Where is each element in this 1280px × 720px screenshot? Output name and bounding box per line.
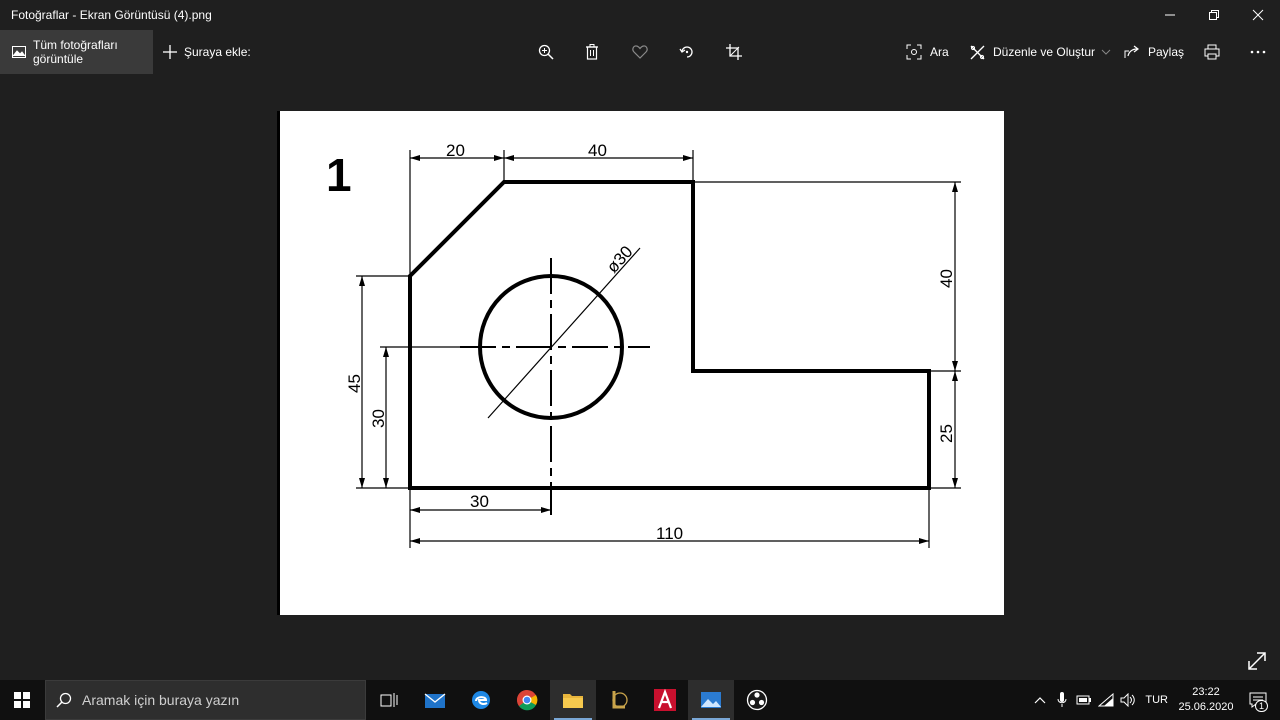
dim-bottom-long-label: 110 [656, 524, 683, 543]
obs-icon [746, 689, 768, 711]
search-icon [56, 692, 72, 708]
restore-icon [1209, 10, 1219, 20]
search-tool-button[interactable]: Ara [906, 30, 949, 74]
more-icon [1250, 50, 1266, 54]
taskbar: Aramak için buraya yazın TUR 23:22 25.06… [0, 680, 1280, 720]
left-dimension-lines [356, 275, 480, 489]
edge-app[interactable] [458, 680, 504, 720]
file-explorer-app[interactable] [550, 680, 596, 720]
image-canvas[interactable]: 1 ø30 20 40 40 25 45 30 30 110 [277, 111, 1004, 615]
more-options-button[interactable] [1250, 30, 1266, 74]
part-outline [408, 180, 931, 490]
title-bar: Fotoğraflar - Ekran Görüntüsü (4).png [0, 0, 1280, 30]
wifi-button[interactable] [1095, 680, 1117, 720]
zoom-in-icon [538, 44, 554, 60]
right-dimension-lines [693, 181, 961, 489]
autocad-app[interactable] [642, 680, 688, 720]
minimize-icon [1165, 14, 1175, 16]
close-icon [1252, 9, 1264, 21]
task-view-button[interactable] [366, 680, 412, 720]
dim-right-lower-label: 25 [937, 424, 956, 443]
system-tray: TUR 23:22 25.06.2020 1 [1029, 680, 1280, 720]
restore-button[interactable] [1192, 0, 1236, 30]
obs-app[interactable] [734, 680, 780, 720]
dim-left-outer-label: 45 [345, 374, 364, 393]
rotate-button[interactable] [669, 30, 705, 74]
task-view-icon [380, 693, 398, 707]
heart-icon [632, 45, 648, 59]
crop-icon [726, 44, 742, 60]
microphone-button[interactable] [1051, 680, 1073, 720]
dim-right-upper-label: 40 [937, 269, 956, 288]
start-button[interactable] [0, 680, 44, 720]
battery-button[interactable] [1073, 680, 1095, 720]
all-photos-button[interactable]: Tüm fotoğrafları görüntüle [0, 30, 153, 74]
edit-icon [970, 45, 985, 59]
window-title: Fotoğraflar - Ekran Görüntüsü (4).png [11, 8, 212, 22]
battery-icon [1076, 695, 1092, 705]
printer-icon [1204, 44, 1220, 60]
show-hidden-icons-button[interactable] [1029, 680, 1051, 720]
game-launcher-icon [612, 691, 628, 709]
share-button[interactable]: Paylaş [1124, 30, 1184, 74]
all-photos-label: Tüm fotoğrafları görüntüle [33, 38, 118, 66]
print-button[interactable] [1204, 30, 1220, 74]
mail-icon [424, 693, 446, 708]
technical-drawing: 1 ø30 20 40 40 25 45 30 30 110 [326, 141, 961, 548]
share-icon [1124, 45, 1139, 58]
clock[interactable]: 23:22 25.06.2020 [1176, 685, 1236, 715]
edit-create-button[interactable]: Düzenle ve Oluştur [970, 30, 1111, 74]
add-to-button[interactable]: Şuraya ekle: [153, 30, 251, 74]
close-button[interactable] [1236, 0, 1280, 30]
sheet-number: 1 [326, 149, 352, 201]
search-tool-label: Ara [930, 45, 949, 59]
clock-date: 25.06.2020 [1178, 701, 1234, 713]
dim-top-right-label: 40 [588, 141, 607, 160]
fullscreen-button[interactable] [1246, 650, 1268, 672]
chevron-down-icon [1101, 49, 1111, 55]
visual-search-icon [906, 44, 922, 60]
wifi-icon [1098, 693, 1114, 707]
photos-icon [701, 692, 721, 708]
autocad-icon [654, 689, 676, 711]
league-app[interactable] [596, 680, 642, 720]
crop-button[interactable] [716, 30, 752, 74]
chevron-up-icon [1034, 697, 1046, 704]
rotate-icon [679, 46, 693, 58]
speaker-icon [1120, 693, 1136, 707]
dim-top-left-label: 20 [446, 141, 465, 160]
photo-icon [12, 46, 26, 58]
expand-icon [1248, 652, 1266, 670]
minimize-button[interactable] [1148, 0, 1192, 30]
action-center-button[interactable]: 1 [1236, 680, 1280, 720]
share-label: Paylaş [1148, 45, 1185, 59]
chrome-app[interactable] [504, 680, 550, 720]
zoom-button[interactable] [528, 30, 564, 74]
chrome-browser-icon [517, 690, 538, 711]
volume-button[interactable] [1117, 680, 1139, 720]
folder-icon [563, 694, 583, 708]
search-placeholder: Aramak için buraya yazın [82, 692, 240, 708]
delete-button[interactable] [574, 30, 610, 74]
edge-browser-icon [472, 691, 490, 709]
edit-create-label: Düzenle ve Oluştur [993, 45, 1096, 59]
clock-time: 23:22 [1192, 686, 1220, 698]
favorite-button[interactable] [622, 30, 658, 74]
photos-app[interactable] [688, 680, 734, 720]
notification-badge: 1 [1254, 700, 1268, 712]
taskbar-search-box[interactable]: Aramak için buraya yazın [45, 680, 366, 720]
mail-app[interactable] [412, 680, 458, 720]
dim-bottom-short-label: 30 [470, 492, 489, 511]
trash-icon [586, 44, 598, 60]
microphone-icon [1057, 692, 1067, 707]
diameter-label: ø30 [603, 242, 637, 276]
windows-logo-icon [14, 692, 30, 708]
input-language[interactable]: TUR [1145, 694, 1168, 706]
plus-icon [163, 45, 177, 59]
top-dimension-lines [409, 150, 694, 276]
dim-left-inner-label: 30 [369, 409, 388, 428]
add-to-label: Şuraya ekle: [184, 45, 251, 59]
